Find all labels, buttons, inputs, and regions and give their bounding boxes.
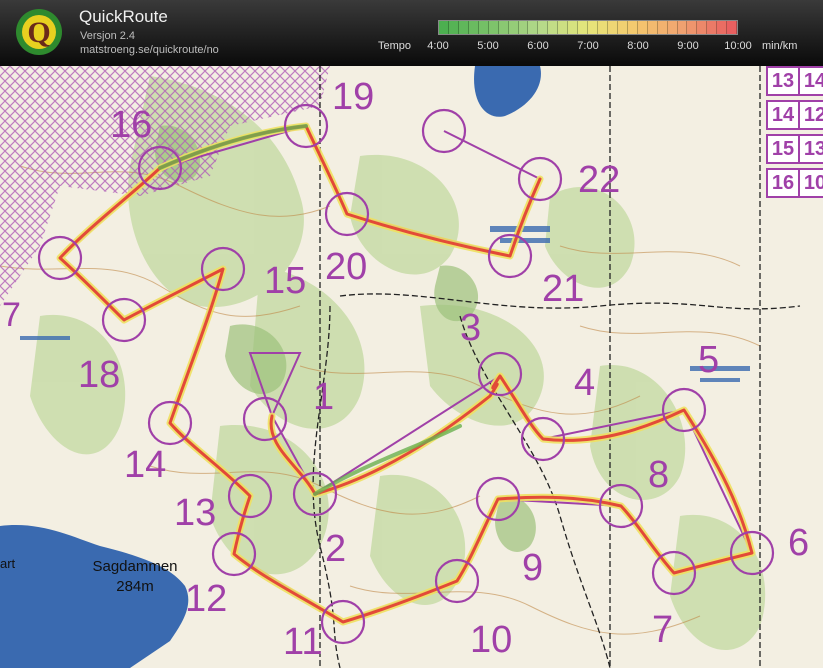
- pace-color-segment: [697, 21, 708, 34]
- pace-color-segment: [667, 21, 678, 34]
- pace-tick: 8:00: [627, 40, 649, 52]
- description-cell: 15: [766, 134, 800, 164]
- pace-color-segment: [657, 21, 668, 34]
- pace-tick: 9:00: [677, 40, 699, 52]
- app-version: Versjon 2.4: [80, 30, 136, 42]
- pace-tick: 4:00: [427, 40, 449, 52]
- pace-color-segment: [727, 21, 738, 34]
- control-label-20: 20: [325, 246, 368, 288]
- control-label-10: 10: [470, 619, 513, 661]
- control-label-8: 8: [648, 454, 670, 496]
- pace-color-segment: [498, 21, 509, 34]
- control-label-11: 11: [283, 621, 323, 663]
- control-label-4: 4: [574, 362, 596, 404]
- pace-color-segment: [647, 21, 658, 34]
- pace-color-segment: [478, 21, 489, 34]
- pace-color-segment: [528, 21, 539, 34]
- pace-color-segment: [518, 21, 529, 34]
- pace-tick: 10:00: [724, 40, 752, 52]
- description-cell: 10: [798, 168, 823, 198]
- orienteering-map[interactable]: 1 2 3 4 5 6 7 8 9 10 11 12 13 14 15 16 1…: [0, 66, 823, 668]
- edge-control-label: 7: [2, 296, 21, 334]
- control-label-21: 21: [542, 268, 585, 310]
- pace-color-segment: [558, 21, 569, 34]
- pace-color-segment: [627, 21, 638, 34]
- control-label-19: 19: [332, 76, 375, 118]
- lake-elevation-label: 284m: [116, 578, 154, 595]
- pace-color-scale: [438, 20, 738, 35]
- control-label-6: 6: [788, 522, 810, 564]
- control-label-14: 14: [124, 444, 167, 486]
- control-label-15: 15: [264, 260, 307, 302]
- description-cell: 13: [766, 66, 800, 96]
- control-label-12: 12: [185, 578, 228, 620]
- pace-color-segment: [458, 21, 469, 34]
- pace-tick: 6:00: [527, 40, 549, 52]
- pace-unit-label: min/km: [762, 40, 798, 52]
- pace-color-segment: [607, 21, 618, 34]
- header-bar: Q QuickRoute Versjon 2.4 matstroeng.se/q…: [0, 0, 823, 66]
- description-cell: 13: [798, 134, 823, 164]
- control-label-16: 16: [110, 104, 153, 146]
- logo-letter: Q: [27, 16, 50, 49]
- pace-color-segment: [637, 21, 648, 34]
- control-label-9: 9: [522, 547, 544, 589]
- pace-color-segment: [598, 21, 608, 34]
- pace-color-segment: [488, 21, 499, 34]
- pace-color-segment: [617, 21, 628, 34]
- control-label-1: 1: [313, 376, 335, 418]
- pace-color-segment: [588, 21, 598, 34]
- control-label-7: 7: [652, 609, 674, 651]
- pace-color-segment: [568, 21, 579, 34]
- description-cell: 14: [766, 100, 800, 130]
- app-url: matstroeng.se/quickroute/no: [80, 44, 219, 56]
- lake-name-label: Sagdammen: [92, 558, 178, 575]
- pace-color-segment: [717, 21, 728, 34]
- control-label-2: 2: [325, 528, 347, 570]
- control-label-5: 5: [698, 339, 720, 381]
- app-title: QuickRoute: [79, 7, 168, 26]
- edge-place-label: art: [0, 556, 16, 571]
- description-cell: 16: [766, 168, 800, 198]
- pace-color-segment: [548, 21, 559, 34]
- control-label-3: 3: [460, 307, 482, 349]
- pace-color-segment: [538, 21, 549, 34]
- pace-color-segment: [677, 21, 688, 34]
- pace-color-segment: [439, 21, 449, 34]
- pace-tick: 5:00: [477, 40, 499, 52]
- pace-color-segment: [468, 21, 479, 34]
- pace-color-segment: [508, 21, 519, 34]
- control-label-18: 18: [78, 354, 121, 396]
- control-label-22: 22: [578, 159, 621, 201]
- pace-color-segment: [578, 21, 589, 34]
- control-label-13: 13: [174, 492, 217, 534]
- description-cell: 14: [798, 66, 823, 96]
- pace-color-segment: [687, 21, 698, 34]
- pace-tick: 7:00: [577, 40, 599, 52]
- pace-color-segment: [448, 21, 459, 34]
- description-cell: 12: [798, 100, 823, 130]
- tempo-label: Tempo: [378, 40, 412, 52]
- quickroute-logo-icon: Q: [16, 9, 62, 55]
- pace-color-segment: [707, 21, 718, 34]
